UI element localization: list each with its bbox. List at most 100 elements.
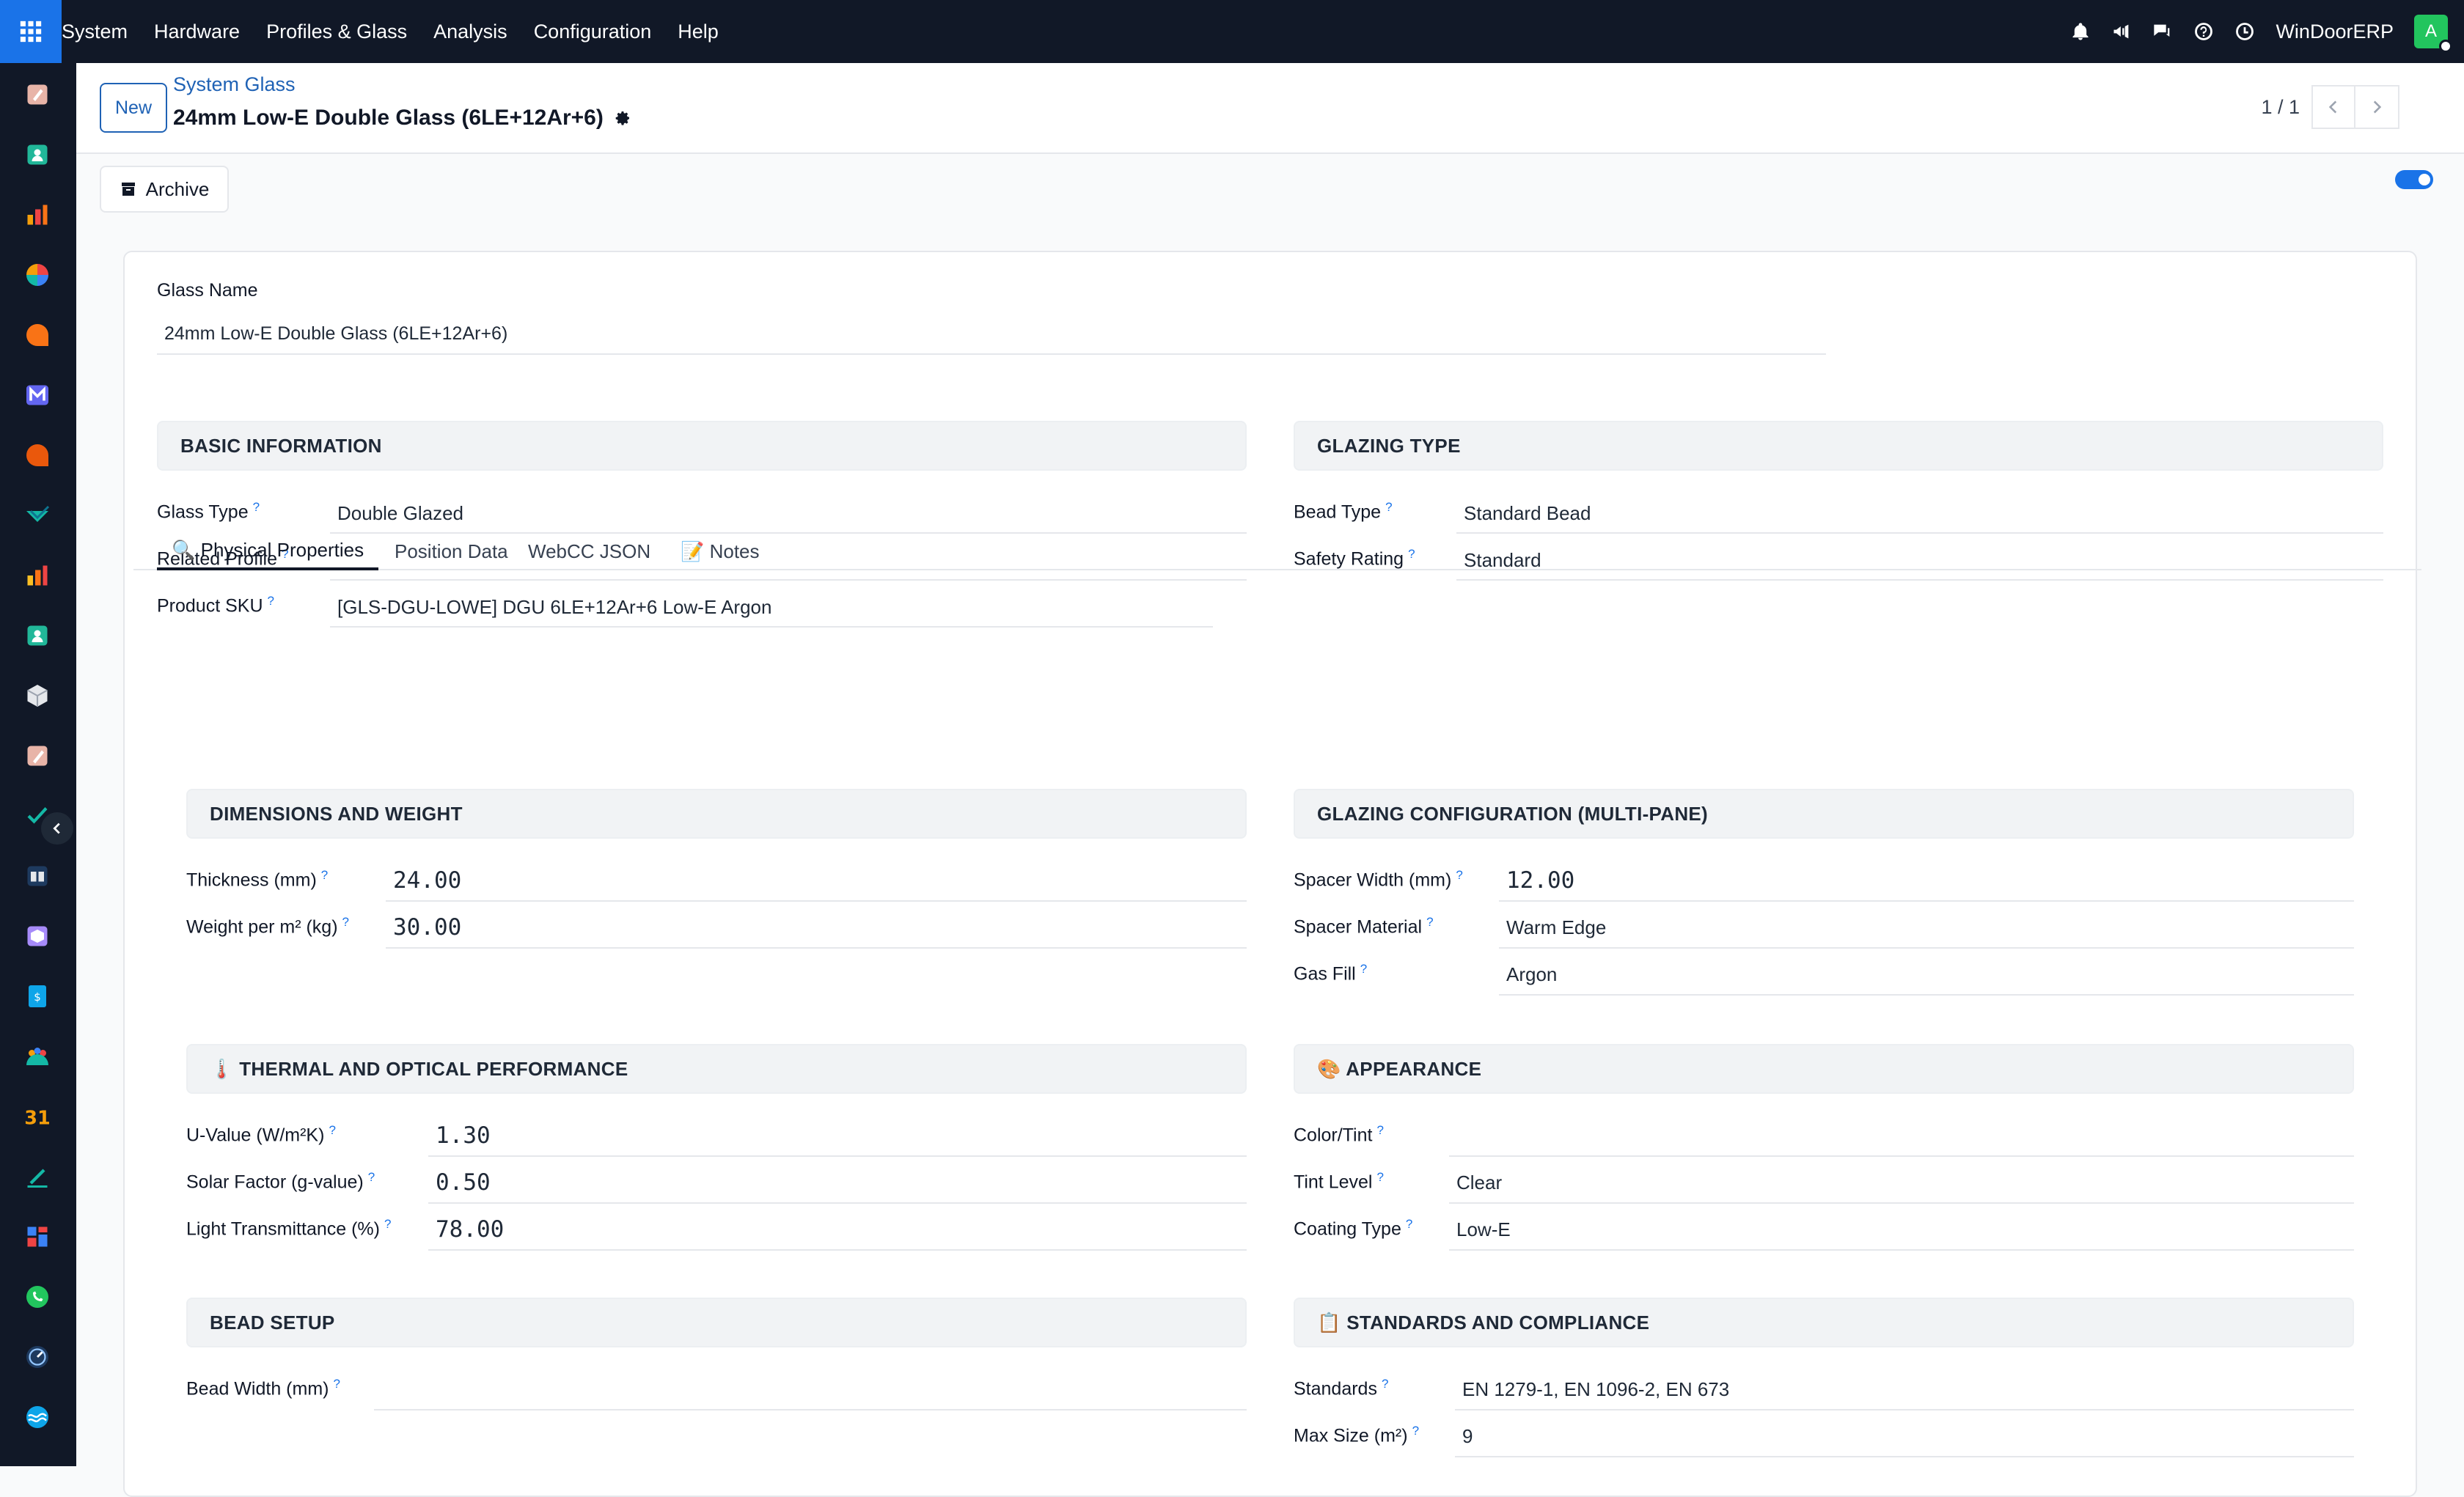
clock-icon[interactable] — [2234, 21, 2255, 42]
menu-profiles-glass[interactable]: Profiles & Glass — [266, 21, 407, 43]
active-toggle[interactable] — [2395, 170, 2433, 189]
solar-factor-field[interactable]: 0.50 — [428, 1163, 1247, 1204]
menu-analysis[interactable]: Analysis — [433, 21, 507, 43]
archive-label: Archive — [145, 177, 210, 200]
appearance-header: 🎨 APPEARANCE — [1294, 1044, 2354, 1094]
top-navbar: System Hardware Profiles & Glass Analysi… — [0, 0, 2464, 63]
svg-text:$: $ — [34, 990, 41, 1004]
app-icon-wave[interactable] — [23, 1403, 51, 1431]
bell-icon[interactable] — [2070, 21, 2091, 42]
menu-system[interactable]: System — [62, 21, 128, 43]
menu-hardware[interactable]: Hardware — [154, 21, 240, 43]
tab-webcc-json[interactable]: WebCC JSON — [528, 532, 650, 570]
app-icon-team[interactable] — [23, 1042, 51, 1070]
coating-type-label: Coating Type? — [1294, 1217, 1413, 1240]
light-transmittance-field[interactable]: 78.00 — [428, 1210, 1247, 1251]
bead-type-label: Bead Type? — [1294, 500, 1393, 523]
color-tint-label: Color/Tint? — [1294, 1123, 1384, 1146]
tint-level-field[interactable]: Clear — [1449, 1163, 2354, 1204]
megaphone-icon[interactable] — [2111, 21, 2132, 42]
app-icon-contacts[interactable] — [23, 141, 51, 169]
app-icon-chat[interactable] — [23, 321, 51, 349]
glazing-type-header: GLAZING TYPE — [1294, 421, 2383, 471]
spacer-material-label: Spacer Material? — [1294, 915, 1434, 938]
app-icon-book[interactable] — [23, 862, 51, 890]
breadcrumb[interactable]: System Glass — [173, 73, 296, 96]
u-value-label: U-Value (W/m²K)? — [186, 1123, 336, 1146]
pager-value[interactable]: 1 / 1 — [2261, 96, 2300, 119]
standards-compliance-header: 📋 STANDARDS AND COMPLIANCE — [1294, 1298, 2354, 1347]
apps-menu-button[interactable] — [0, 0, 62, 63]
menu-configuration[interactable]: Configuration — [534, 21, 652, 43]
archive-icon — [121, 183, 135, 196]
spacer-material-field[interactable]: Warm Edge — [1499, 908, 2354, 949]
presence-dot — [2439, 40, 2452, 53]
app-icon-pie[interactable] — [23, 261, 51, 289]
avatar-initial: A — [2424, 21, 2437, 41]
product-sku-label: Product SKU? — [157, 594, 274, 617]
light-transmittance-label: Light Transmittance (%)? — [186, 1217, 392, 1240]
glass-type-field[interactable]: Double Glazed — [330, 494, 1247, 534]
u-value-field[interactable]: 1.30 — [428, 1116, 1247, 1157]
company-switcher[interactable]: WinDoorERP — [2276, 21, 2394, 43]
calendar-day: 31 — [24, 1108, 51, 1130]
menu-help[interactable]: Help — [678, 21, 719, 43]
tab-physical-properties[interactable]: 🔍 Physical Properties — [157, 532, 379, 570]
max-size-label: Max Size (m²)? — [1294, 1424, 1420, 1446]
gear-icon[interactable] — [614, 109, 631, 127]
color-tint-field[interactable] — [1449, 1116, 2354, 1157]
glass-type-label: Glass Type? — [157, 500, 260, 523]
chat-icon[interactable] — [2152, 21, 2173, 42]
glass-name-field[interactable]: 24mm Low-E Double Glass (6LE+12Ar+6) — [157, 314, 1826, 355]
app-icon-reports[interactable] — [23, 562, 51, 589]
spacer-width-field[interactable]: 12.00 — [1499, 861, 2354, 902]
sidebar-collapse-button[interactable] — [41, 812, 73, 845]
bead-width-label: Bead Width (mm)? — [186, 1377, 340, 1399]
product-sku-field[interactable]: [GLS-DGU-LOWE] DGU 6LE+12Ar+6 Low-E Argo… — [330, 588, 1213, 628]
app-icon-whatsapp[interactable] — [23, 1283, 51, 1311]
app-icon-calendar[interactable]: 31 — [23, 1103, 51, 1130]
bead-width-field[interactable] — [374, 1369, 1247, 1410]
user-avatar[interactable]: A — [2414, 15, 2452, 53]
new-button[interactable]: New — [100, 83, 167, 133]
archive-button[interactable]: Archive — [100, 166, 229, 213]
main-menu: System Hardware Profiles & Glass Analysi… — [62, 0, 745, 63]
glass-name-label: Glass Name — [157, 280, 258, 301]
record-title: 24mm Low-E Double Glass (6LE+12Ar+6) — [173, 106, 631, 130]
standards-field[interactable]: EN 1279-1, EN 1096-2, EN 673 — [1455, 1369, 2354, 1410]
tab-position-data[interactable]: Position Data — [395, 532, 508, 570]
gas-fill-field[interactable]: Argon — [1499, 955, 2354, 996]
control-panel: New System Glass 24mm Low-E Double Glass… — [76, 63, 2464, 154]
basic-information-header: BASIC INFORMATION — [157, 421, 1247, 471]
chevron-left-icon — [2328, 100, 2337, 114]
app-icon-cube[interactable] — [23, 682, 51, 710]
app-icon-mail[interactable] — [23, 381, 51, 409]
thermal-optical-header: 🌡️ THERMAL AND OPTICAL PERFORMANCE — [186, 1044, 1247, 1094]
coating-type-field[interactable]: Low-E — [1449, 1210, 2354, 1251]
app-icon-timer[interactable] — [23, 1343, 51, 1371]
max-size-field[interactable]: 9 — [1455, 1416, 2354, 1457]
notebook-tabs: 🔍 Physical Properties Position Data WebC… — [133, 532, 2421, 570]
help-icon[interactable] — [2193, 21, 2214, 42]
app-icon-sign[interactable] — [23, 1163, 51, 1191]
pager-previous-button[interactable] — [2311, 85, 2355, 129]
app-icon-check[interactable] — [23, 501, 51, 529]
solar-factor-label: Solar Factor (g-value)? — [186, 1170, 375, 1193]
thickness-field[interactable]: 24.00 — [386, 861, 1247, 902]
record-title-text: 24mm Low-E Double Glass (6LE+12Ar+6) — [173, 106, 604, 130]
app-icon-dashboard[interactable] — [23, 1223, 51, 1251]
dimensions-weight-header: DIMENSIONS AND WEIGHT — [186, 789, 1247, 839]
app-icon-people[interactable] — [23, 622, 51, 650]
chevron-left-icon — [53, 823, 60, 834]
app-icon-1[interactable] — [23, 81, 51, 108]
bead-type-field[interactable]: Standard Bead — [1456, 494, 2383, 534]
app-icon-discuss[interactable] — [23, 441, 51, 469]
tab-notes[interactable]: 📝 Notes — [681, 532, 760, 570]
app-icon-box[interactable] — [23, 922, 51, 950]
pager-next-button[interactable] — [2355, 85, 2399, 129]
app-icon-invoice[interactable]: $ — [23, 982, 51, 1010]
app-icon-palette[interactable] — [23, 742, 51, 770]
weight-label: Weight per m² (kg)? — [186, 915, 349, 938]
weight-field[interactable]: 30.00 — [386, 908, 1247, 949]
app-icon-chart[interactable] — [23, 201, 51, 229]
